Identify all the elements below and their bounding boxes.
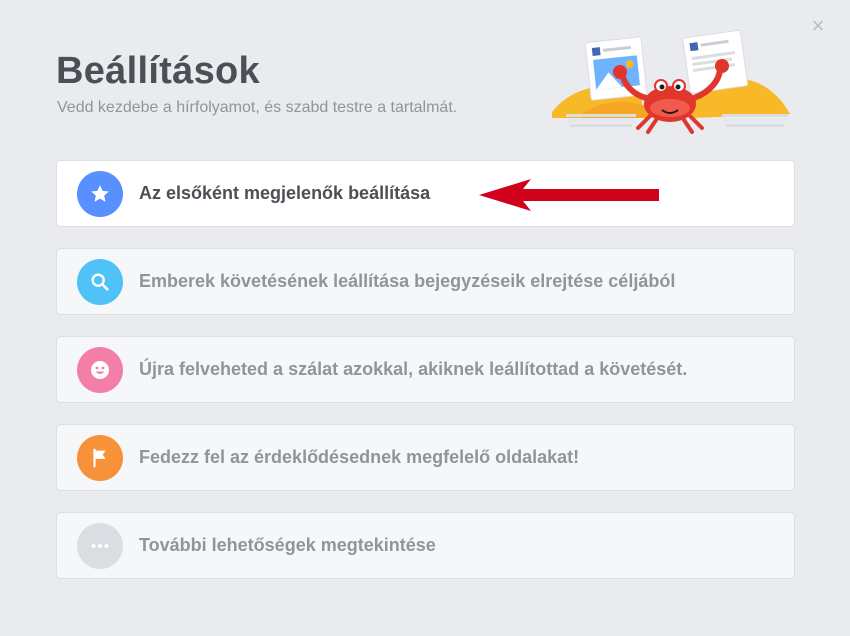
star-icon [77,170,123,217]
option-label: Emberek követésének leállítása bejegyzés… [139,271,676,291]
option-more[interactable]: További lehetőségek megtekintése [56,512,795,579]
option-label: Újra felveheted a szálat azokkal, akikne… [139,359,688,379]
option-label: További lehetőségek megtekintése [139,535,436,555]
option-set-see-first[interactable]: Az elsőként megjelenők beállítása [56,160,795,227]
smiley-icon [77,346,123,393]
more-icon [77,522,123,569]
flag-icon [77,434,123,481]
page-title: Beállítások [56,50,260,92]
page-subtitle: Vedd kezdebe a hírfolyamot, és szabd tes… [57,99,458,116]
option-unfollow-people[interactable]: Emberek követésének leállítása bejegyzés… [56,248,795,315]
option-reconnect[interactable]: Újra felveheted a szálat azokkal, akikne… [56,336,795,403]
options-list: Az elsőként megjelenők beállítása Embere… [56,160,795,600]
search-icon [77,258,123,305]
option-label: Fedezz fel az érdeklődésednek megfelelő … [139,447,580,467]
close-button[interactable]: × [808,15,828,37]
crab-illustration [552,29,790,134]
red-arrow-annotation [479,179,659,211]
option-discover-pages[interactable]: Fedezz fel az érdeklődésednek megfelelő … [56,424,795,491]
option-label: Az elsőként megjelenők beállítása [139,183,431,203]
